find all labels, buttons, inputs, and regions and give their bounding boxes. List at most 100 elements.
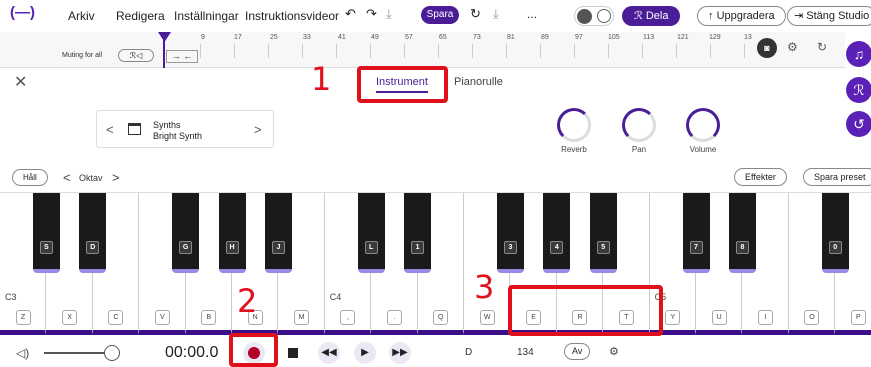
key-label: Q: [433, 310, 449, 325]
key-label: S: [39, 241, 53, 254]
instrument-selector[interactable]: < Synths Bright Synth >: [96, 110, 274, 148]
loop-region-arrows[interactable]: → ←: [166, 50, 198, 63]
pan-knob[interactable]: [622, 108, 656, 142]
instrument-category: Synths: [153, 120, 181, 130]
key-label: 3: [503, 241, 517, 254]
key-label: .: [386, 310, 402, 325]
reverb-label: Reverb: [561, 145, 587, 154]
close-icon[interactable]: ✕: [14, 72, 27, 92]
black-key[interactable]: 0: [821, 193, 849, 273]
black-key[interactable]: L: [357, 193, 385, 273]
settings-icon[interactable]: ⚙: [787, 40, 798, 54]
save-preset-button[interactable]: Spara preset: [803, 168, 871, 186]
annotation-box-1: [357, 66, 448, 103]
add-comment-icon[interactable]: ↺: [846, 111, 871, 137]
black-key[interactable]: 5: [589, 193, 617, 273]
key-display[interactable]: D: [465, 347, 472, 358]
black-key[interactable]: 8: [728, 193, 756, 273]
chevron-left-icon[interactable]: <: [106, 122, 114, 137]
tick-label: 129: [709, 34, 721, 41]
menu-arkiv[interactable]: Arkiv: [68, 9, 95, 23]
time-display: 00:00.0: [165, 344, 219, 361]
tab-piano-roll[interactable]: Pianorulle: [454, 76, 503, 88]
effects-button[interactable]: Effekter: [734, 168, 787, 186]
key-label: 8: [735, 241, 749, 254]
menu-redigera[interactable]: Redigera: [116, 9, 165, 23]
tempo-display[interactable]: 134: [517, 347, 534, 358]
key-label: C: [108, 310, 124, 325]
black-key[interactable]: J: [264, 193, 292, 273]
volume-slider-handle[interactable]: [104, 345, 120, 361]
metronome-toggle[interactable]: Av: [564, 343, 591, 360]
volume-label: Volume: [689, 145, 717, 154]
keyboard-icon: [128, 123, 141, 135]
users-icon: ℛ: [634, 10, 646, 22]
stop-icon[interactable]: [288, 348, 298, 358]
octave-label: Oktav: [79, 173, 103, 183]
key-label: D: [86, 241, 100, 254]
black-key[interactable]: 3: [496, 193, 524, 273]
tick-label: 81: [507, 34, 515, 41]
share-button[interactable]: ℛ Dela: [622, 6, 681, 26]
black-key[interactable]: H: [218, 193, 246, 273]
save-button[interactable]: Spara: [421, 6, 459, 24]
collaborators-icon[interactable]: ℛ: [846, 77, 871, 103]
grid-line: [642, 44, 643, 58]
reverb-knob[interactable]: [557, 108, 591, 142]
theme-toggle[interactable]: [574, 6, 614, 26]
instrument-preset: Bright Synth: [153, 131, 203, 141]
key-label: U: [711, 310, 727, 325]
tick-label: 41: [338, 34, 346, 41]
tick-label: 65: [439, 34, 447, 41]
black-key[interactable]: S: [32, 193, 60, 273]
upload-icon[interactable]: ⤓: [493, 6, 499, 22]
chevron-right-icon[interactable]: >: [254, 122, 262, 137]
grid-line: [472, 44, 473, 58]
black-key[interactable]: 1: [404, 193, 432, 273]
key-label: B: [201, 310, 217, 325]
key-label: 4: [550, 241, 564, 254]
logo-icon[interactable]: (—): [10, 4, 35, 21]
black-key[interactable]: 7: [682, 193, 710, 273]
tick-label: 105: [608, 34, 620, 41]
key-label: H: [225, 241, 239, 254]
volume-knob[interactable]: [686, 108, 720, 142]
grid-line: [370, 44, 371, 58]
grid-line: [744, 44, 745, 58]
metronome-settings-icon[interactable]: ⚙: [609, 345, 619, 358]
menu-instruktionsvideor[interactable]: Instruktionsvideor: [245, 9, 339, 23]
grid-line: [608, 44, 609, 58]
rewind-button[interactable]: ◀◀: [318, 342, 340, 364]
tick-label: 73: [473, 34, 481, 41]
muting-label: Muting for all: [62, 52, 103, 59]
sync-icon[interactable]: ↻: [470, 6, 481, 22]
more-icon[interactable]: ...: [527, 7, 537, 21]
key-label: W: [479, 310, 495, 325]
tick-label: 9: [201, 34, 205, 41]
transport-bar: ◁) 00:00.0 ◀◀ ▶ ▶▶ D 134 Av ⚙: [0, 338, 871, 367]
black-key[interactable]: 4: [543, 193, 571, 273]
speaker-icon[interactable]: ◁): [16, 346, 29, 360]
grid-line: [336, 44, 337, 58]
headphones-icon[interactable]: ◙: [757, 38, 777, 58]
upgrade-button[interactable]: ↑ Uppgradera: [697, 6, 786, 26]
black-key[interactable]: D: [79, 193, 107, 273]
fast-forward-button[interactable]: ▶▶: [389, 342, 411, 364]
loop-icon[interactable]: ↻: [817, 40, 827, 54]
menu-installningar[interactable]: Inställningar: [174, 9, 239, 23]
close-studio-button[interactable]: ⇥ Stäng Studio: [787, 6, 871, 26]
key-label: V: [154, 310, 170, 325]
play-button[interactable]: ▶: [354, 342, 376, 364]
tick-label: 13: [744, 34, 752, 41]
hold-button[interactable]: Håll: [12, 169, 48, 186]
download-icon[interactable]: ⤓: [386, 6, 392, 22]
mute-all-toggle[interactable]: ℛ◁: [118, 49, 154, 62]
music-note-icon[interactable]: ♫: [846, 41, 871, 67]
undo-icon[interactable]: ↶: [345, 6, 356, 22]
key-label: I: [758, 310, 774, 325]
black-key[interactable]: G: [172, 193, 200, 273]
octave-down-icon[interactable]: <: [63, 170, 71, 185]
octave-up-icon[interactable]: >: [112, 170, 120, 185]
redo-icon[interactable]: ↷: [366, 6, 377, 22]
tick-label: 33: [303, 34, 311, 41]
